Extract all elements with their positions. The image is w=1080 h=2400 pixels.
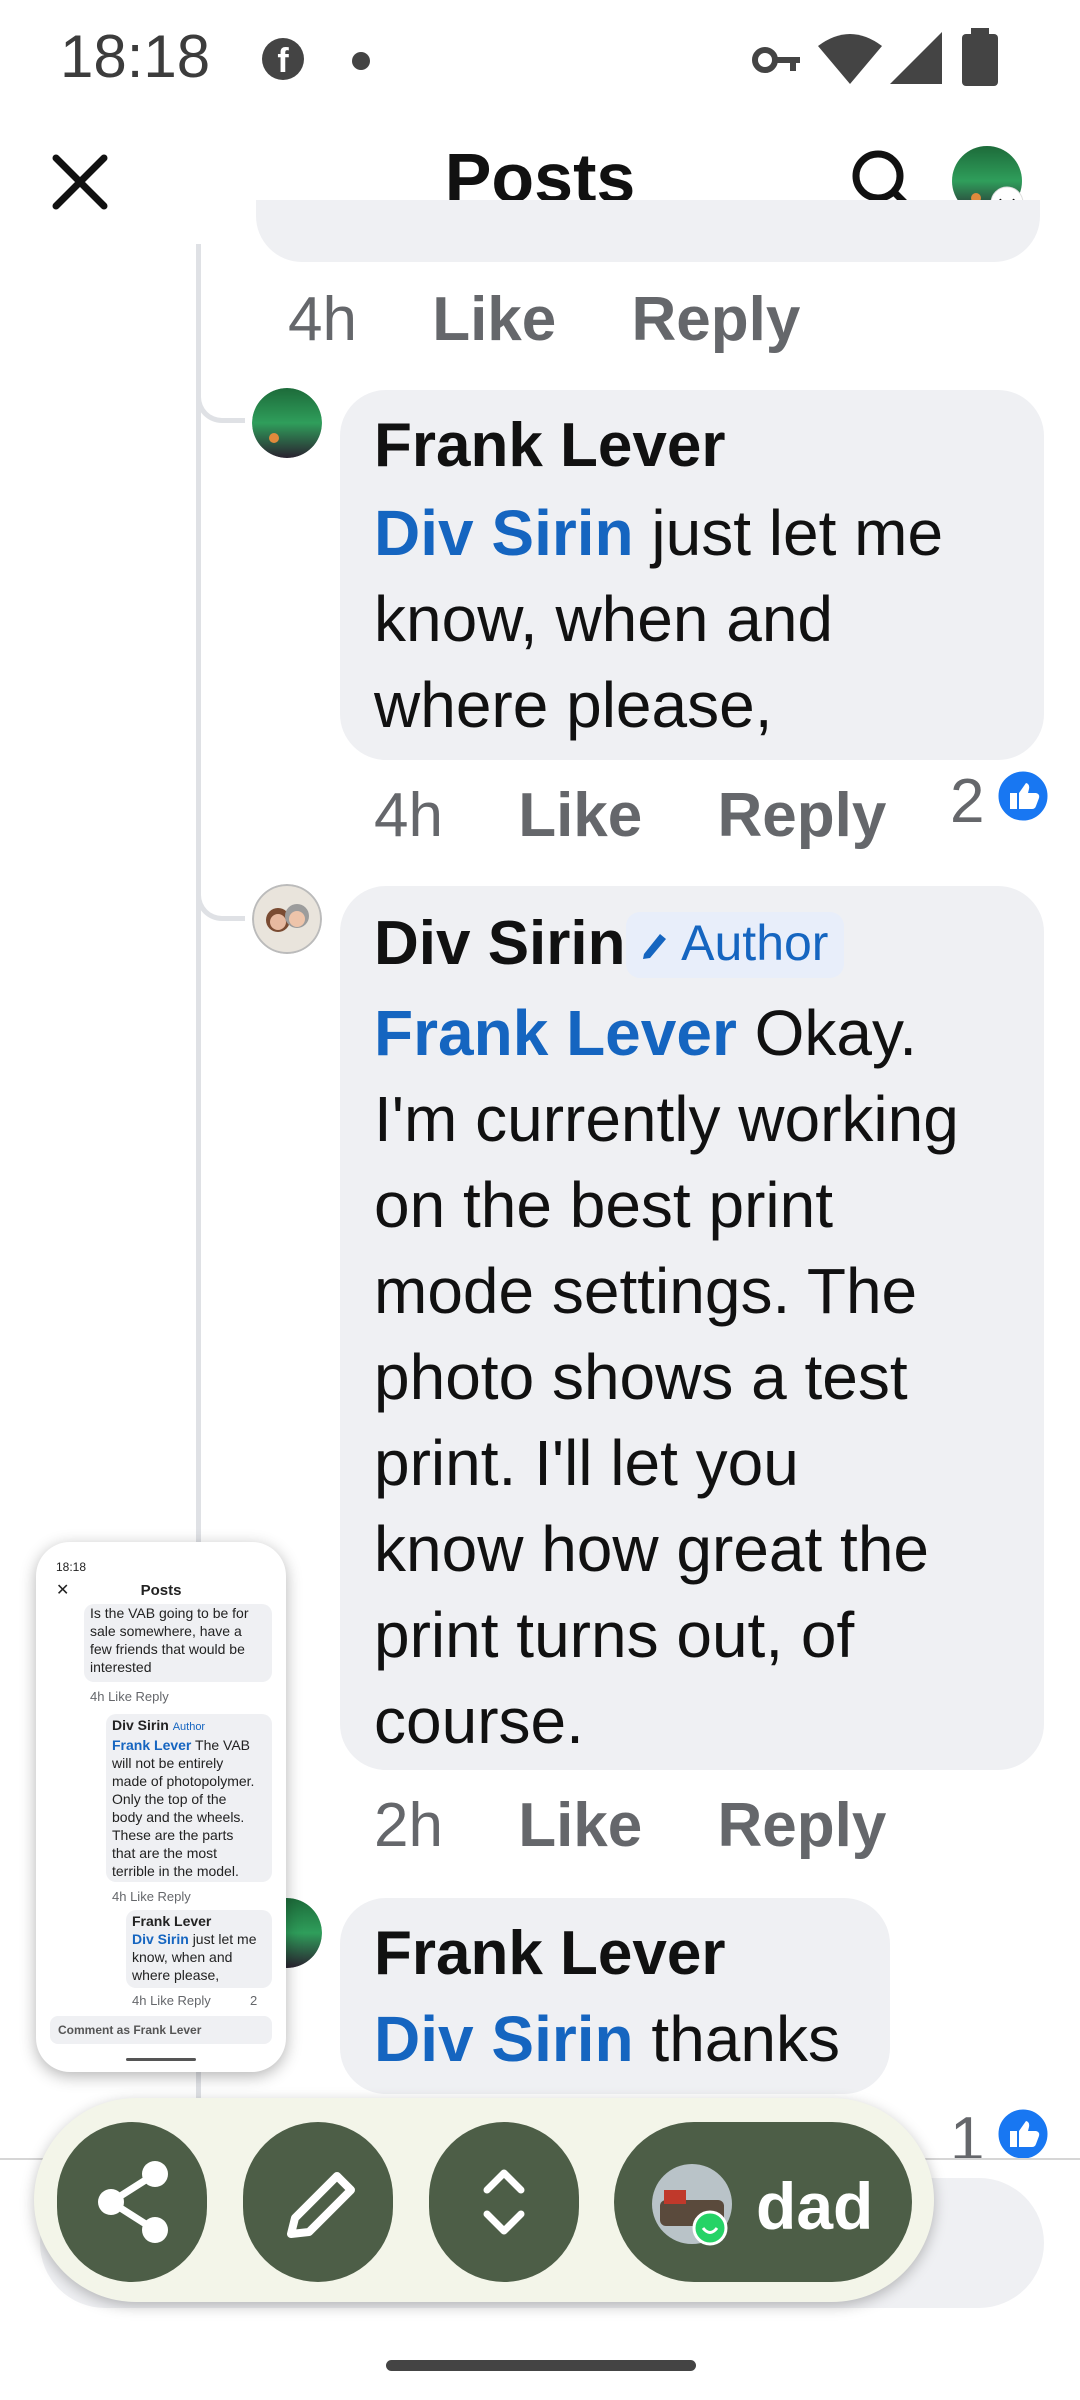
mention-link[interactable]: Div Sirin xyxy=(374,2003,634,2075)
like-reaction-icon xyxy=(995,768,1051,824)
notification-dot-icon xyxy=(352,52,370,70)
comment-time: 4h xyxy=(288,285,357,354)
thumbnail-title: Posts xyxy=(140,1582,182,1599)
comment-text: Div Sirin just let me know, when and whe… xyxy=(374,497,944,741)
comment-meta: 2h Like Reply xyxy=(374,1790,944,1861)
battery-icon xyxy=(962,28,998,86)
reaction-count[interactable]: 2 xyxy=(950,766,984,837)
reply-button[interactable]: Reply xyxy=(632,285,801,354)
reaction-count[interactable]: 1 xyxy=(950,2104,984,2175)
comment-time: 2h xyxy=(374,1791,443,1860)
like-button[interactable]: Like xyxy=(518,1791,642,1860)
comment-time: 4h xyxy=(374,781,443,850)
like-button[interactable]: Like xyxy=(432,285,556,354)
comment-text: Div Sirin thanks xyxy=(374,2003,840,2075)
reply-button[interactable]: Reply xyxy=(718,1791,887,1860)
comment-bubble: Frank Lever Div Sirin thanks xyxy=(340,1898,890,2094)
mention-link[interactable]: Frank Lever xyxy=(374,997,737,1069)
expand-button[interactable] xyxy=(429,2122,579,2282)
previous-comment-bubble xyxy=(256,200,1040,262)
home-indicator[interactable] xyxy=(386,2360,696,2371)
thread-branch xyxy=(196,380,245,423)
app-preview-thumbnail[interactable]: 18:18 ✕ Posts Is the VAB going to be for… xyxy=(36,1542,286,2072)
signal-icon xyxy=(890,32,942,84)
thumbnail-comment-text: Frank Lever Div Sirin just let me know, … xyxy=(132,1913,257,1983)
avatar[interactable] xyxy=(252,884,322,954)
comment-bubble: Frank Lever Div Sirin just let me know, … xyxy=(340,390,1044,760)
comment-meta: 4h Like Reply xyxy=(288,284,858,355)
thumbnail-composer-text: Comment as Frank Lever xyxy=(58,2023,202,2037)
thumbnail-comment-text: Is the VAB going to be for sale somewhere… xyxy=(90,1605,249,1675)
reply-button[interactable]: Reply xyxy=(718,781,887,850)
author-badge: Author xyxy=(626,912,845,978)
thumbnail-reaction-count: 2 xyxy=(250,1993,258,2008)
contact-name: dad xyxy=(756,2169,874,2243)
like-reaction-icon xyxy=(995,2106,1051,2162)
share-button[interactable] xyxy=(57,2122,207,2282)
comment-bubble: Div Sirin Author Frank Lever Okay. I'm c… xyxy=(340,886,1044,1770)
expand-icon xyxy=(483,2169,525,2235)
comment-text: Frank Lever Okay. I'm currently working … xyxy=(374,997,959,1757)
edit-button[interactable] xyxy=(243,2122,393,2282)
edit-icon xyxy=(287,2172,355,2238)
avatar[interactable] xyxy=(252,388,322,458)
share-icon xyxy=(98,2161,168,2243)
comment-author[interactable]: Frank Lever xyxy=(374,410,726,481)
thumbnail-home-indicator xyxy=(126,2058,196,2061)
contact-avatar xyxy=(652,2164,732,2246)
facebook-notification-icon: f xyxy=(262,38,304,80)
comment-meta: 4h Like Reply xyxy=(374,780,944,851)
vpn-key-icon xyxy=(752,47,800,73)
pencil-icon xyxy=(643,934,666,959)
mention-link[interactable]: Div Sirin xyxy=(374,497,634,569)
thumbnail-meta: 4h Like Reply xyxy=(90,1689,169,1704)
like-button[interactable]: Like xyxy=(518,781,642,850)
thumbnail-comment-text: Div Sirin Author Frank Lever The VAB wil… xyxy=(112,1717,255,1879)
thumbnail-time: 18:18 xyxy=(56,1560,87,1574)
thumbnail-meta: 4h Like Reply xyxy=(132,1993,211,2008)
thread-branch xyxy=(196,878,245,921)
thumbnail-meta: 4h Like Reply xyxy=(112,1889,191,1904)
comment-author[interactable]: Div Sirin xyxy=(374,908,626,979)
comment-author[interactable]: Frank Lever xyxy=(374,1918,726,1989)
wifi-icon xyxy=(818,34,882,84)
status-time: 18:18 xyxy=(60,23,211,90)
